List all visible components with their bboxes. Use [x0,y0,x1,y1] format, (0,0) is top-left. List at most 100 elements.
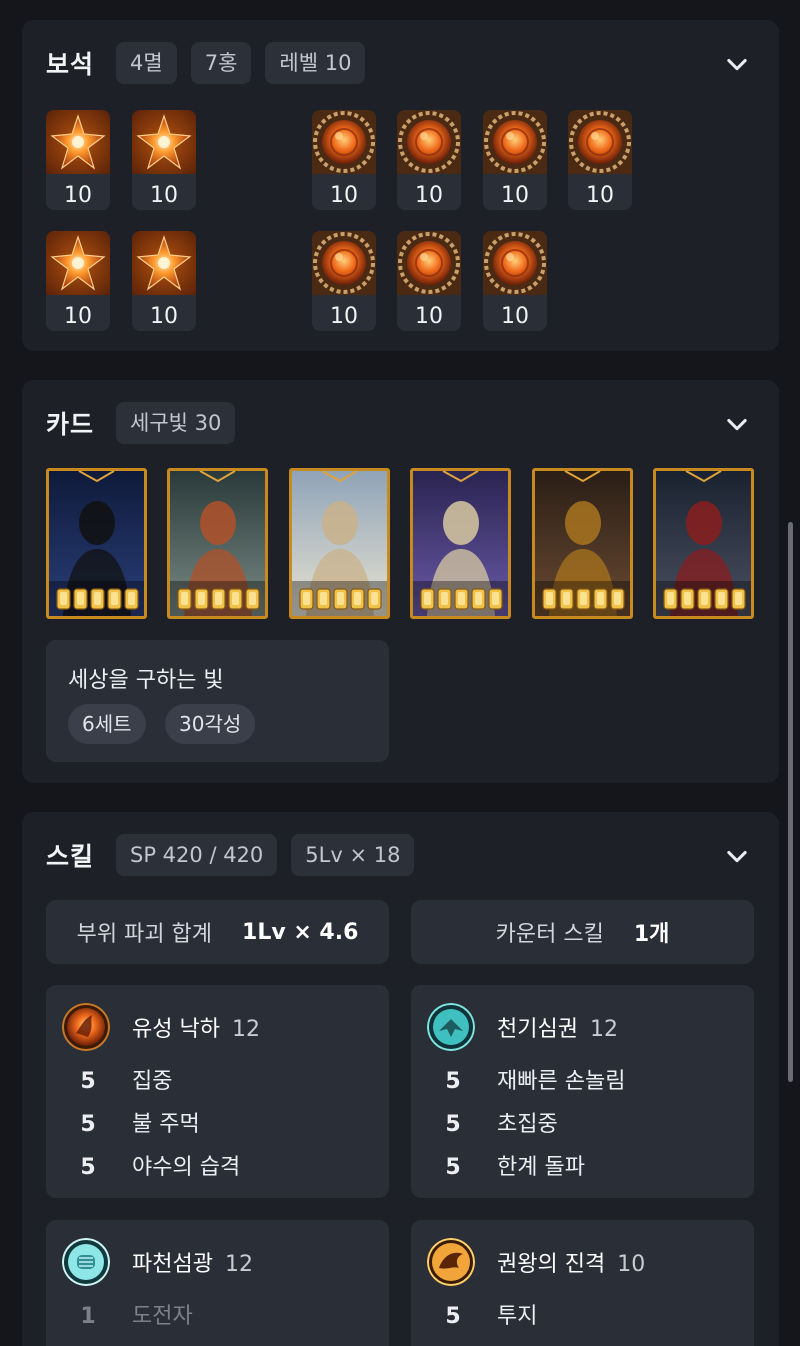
awakening-gem-icon [471,588,486,610]
gem-icon [132,231,196,295]
gem-crimson-flame[interactable]: 10 [483,231,547,331]
tripod-row: 5 야수의 습격 [80,1155,241,1180]
gem-crimson-flame[interactable]: 10 [312,231,376,331]
gems-header: 보석 4멸 7홍 레벨 10 [46,42,379,84]
gem-level: 10 [501,183,529,208]
skills-header: 스킬 SP 420 / 420 5Lv × 18 [46,834,428,876]
gems-chip-level: 레벨 10 [265,42,366,84]
gem-level: 10 [586,183,614,208]
skill-card[interactable]: 파천섬광 12 1 도전자 [46,1220,389,1346]
awakening-gem-icon [228,588,243,610]
awakening-gem-icon [177,588,192,610]
gems-chip-annihilation: 4멸 [116,42,177,84]
gem-level: 10 [415,304,443,329]
break-total-summary: 부위 파괴 합계 1Lv × 4.6 [46,900,389,964]
tripod-row: 5 투지 [445,1304,538,1329]
gem-level: 10 [415,183,443,208]
break-total-value: 1Lv × 4.6 [242,919,359,945]
awakening-gem-icon [610,588,625,610]
gem-crimson-flame[interactable]: 10 [397,231,461,331]
gems-chip-crimson: 7홍 [190,42,252,84]
gem-annihilation[interactable]: 10 [46,110,110,210]
card-portrait[interactable] [289,468,390,619]
gem-icon [132,110,196,174]
awakening-gem-icon [367,588,382,610]
card-set-pill-count: 6세트 [68,704,146,744]
gem-icon [483,110,547,174]
gem-crimson-flame[interactable]: 10 [397,110,461,210]
awakening-gem-icon [124,588,139,610]
awakening-gem-icon [437,588,452,610]
gem-icon [312,231,376,295]
gem-icon [312,110,376,174]
awakening-gem-icon [663,588,678,610]
break-total-label: 부위 파괴 합계 [76,922,213,947]
meteor-fall-icon [62,1003,110,1051]
card-set-pill-awakening: 30각성 [165,704,256,744]
skill-card[interactable]: 천기심권 12 5 재빠른 손놀림 5 초집중 5 한계 돌파 [411,985,754,1198]
gem-crimson-flame[interactable]: 10 [568,110,632,210]
gems-panel: 보석 4멸 7홍 레벨 10 10 10 10 10 10 10 10 10 10 10 10 [22,20,779,351]
awakening-gem-icon [107,588,122,610]
tripod-row: 5 한계 돌파 [445,1155,585,1180]
skills-panel: 스킬 SP 420 / 420 5Lv × 18 부위 파괴 합계 1Lv × … [22,812,779,1346]
card-portrait[interactable] [46,468,147,619]
gem-level: 10 [501,304,529,329]
gem-annihilation[interactable]: 10 [132,231,196,331]
gem-icon [397,110,461,174]
cards-title: 카드 [46,410,95,439]
gem-icon [46,110,110,174]
gem-annihilation[interactable]: 10 [46,231,110,331]
gem-annihilation[interactable]: 10 [132,110,196,210]
skill-name: 천기심권 12 [497,1017,618,1042]
gem-crimson-flame[interactable]: 10 [483,110,547,210]
card-portrait[interactable] [532,468,633,619]
chevron-down-icon[interactable] [723,842,751,870]
scrollbar[interactable] [788,522,793,1082]
counter-skill-summary: 카운터 스킬 1개 [411,900,754,964]
cards-chip-set: 세구빛 30 [116,402,236,444]
awakening-gem-icon [420,588,435,610]
chevron-down-icon[interactable] [723,50,751,78]
skill-card[interactable]: 유성 낙하 12 5 집중 5불 주먹 5 야수의 습격 [46,985,389,1198]
fist-king-icon [427,1238,475,1286]
awakening-gem-icon [593,588,608,610]
awakening-gem-icon [680,588,695,610]
counter-skill-label: 카운터 스킬 [495,922,604,947]
awakening-gem-icon [299,588,314,610]
awakening-gem-icon [454,588,469,610]
skills-chip-level: 5Lv × 18 [291,834,415,876]
tripod-row: 5불 주먹 [80,1112,200,1137]
skill-card[interactable]: 권왕의 진격 10 5 투지 [411,1220,754,1346]
awakening-gem-icon [488,588,503,610]
card-set-name: 세상을 구하는 빛 [68,668,224,693]
cards-panel: 카드 세구빛 30 세상을 구하는 빛 6세트 30각성 [22,380,779,783]
gem-icon [46,231,110,295]
card-set-summary: 세상을 구하는 빛 6세트 30각성 [46,640,389,762]
gem-crimson-flame[interactable]: 10 [312,110,376,210]
awakening-gem-icon [731,588,746,610]
gem-level: 10 [64,183,92,208]
card-portrait[interactable] [653,468,754,619]
gem-level: 10 [64,304,92,329]
gem-icon [568,110,632,174]
awakening-gem-icon [316,588,331,610]
chevron-down-icon[interactable] [723,410,751,438]
awakening-gem-icon [576,588,591,610]
skill-name: 유성 낙하 12 [132,1017,260,1042]
tripod-row: 5 집중 [80,1069,173,1094]
awakening-gem-icon [542,588,557,610]
tripod-row: 1 도전자 [80,1304,193,1329]
card-portrait[interactable] [410,468,511,619]
awakening-gem-icon [194,588,209,610]
gem-level: 10 [150,304,178,329]
skills-chip-sp: SP 420 / 420 [116,834,278,876]
gem-level: 10 [330,183,358,208]
awakening-gem-icon [350,588,365,610]
card-portrait[interactable] [167,468,268,619]
heavenly-fist-icon [427,1003,475,1051]
awakening-gem-icon [73,588,88,610]
awakening-gem-icon [714,588,729,610]
gem-icon [483,231,547,295]
awakening-gem-icon [245,588,260,610]
